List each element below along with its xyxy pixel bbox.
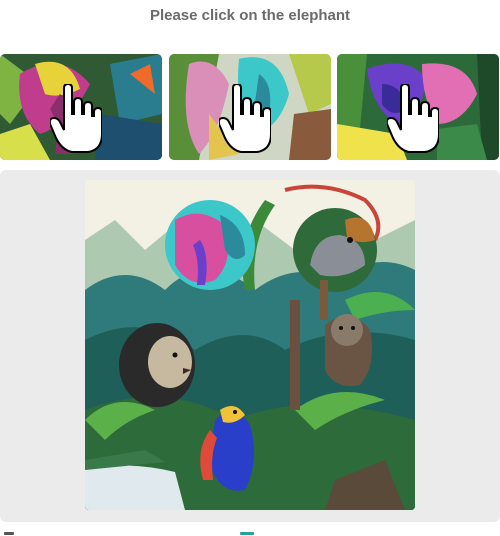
captcha-instruction: Please click on the elephant [149, 7, 351, 24]
pointer-hand-icon [50, 84, 102, 153]
jungle-scene-art [85, 180, 415, 510]
challenge-panel [0, 170, 500, 522]
pointer-hand-icon [387, 84, 439, 153]
footer-text-fragment [4, 532, 14, 535]
option-thumbnail-3[interactable] [337, 54, 499, 160]
pointer-hand-icon [219, 84, 271, 153]
option-thumbnail-2[interactable] [169, 54, 331, 160]
footer-strip [0, 528, 500, 536]
footer-accent-fragment [240, 532, 254, 535]
option-thumbnail-1[interactable] [0, 54, 162, 160]
challenge-image[interactable] [85, 180, 415, 510]
